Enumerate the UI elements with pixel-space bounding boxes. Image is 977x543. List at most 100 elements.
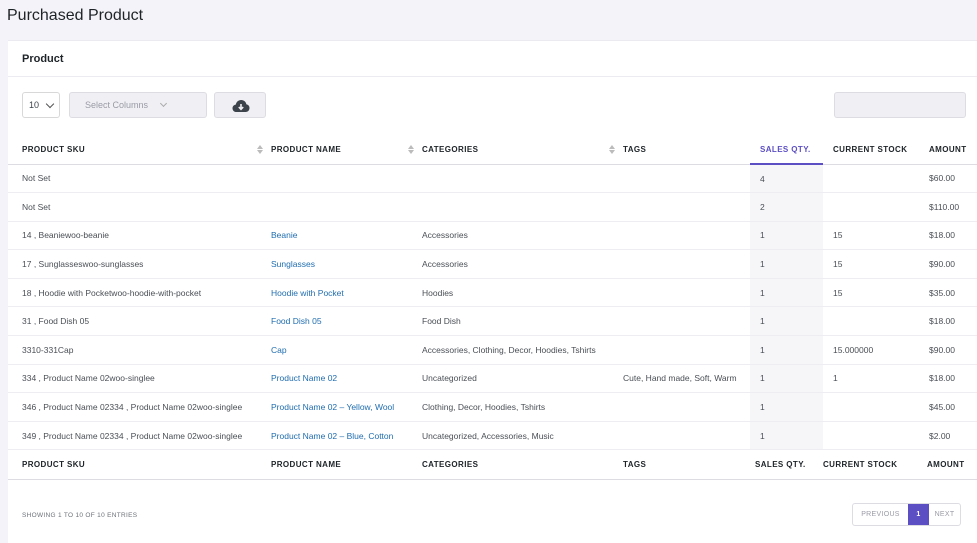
cell-product-sku: 349 , Product Name 02334 , Product Name … xyxy=(8,421,271,451)
table-row: 349 , Product Name 02334 , Product Name … xyxy=(8,421,977,451)
cell-categories: Uncategorized, Accessories, Music xyxy=(422,421,623,451)
next-page-button[interactable]: NEXT xyxy=(929,504,960,525)
table-row: 346 , Product Name 02334 , Product Name … xyxy=(8,392,977,422)
page-title: Purchased Product xyxy=(7,7,144,24)
cell-amount: $35.00 xyxy=(919,278,977,308)
cell-product-sku: Not Set xyxy=(8,164,271,194)
table-row: Not Set 4 $60.00 xyxy=(8,164,977,194)
cell-current-stock: 1 xyxy=(823,364,919,394)
cell-product-name[interactable]: Sunglasses xyxy=(271,249,422,279)
cell-product-name[interactable]: Hoodie with Pocket xyxy=(271,278,422,308)
cell-sales-qty: 1 xyxy=(750,221,823,251)
table-toolbar: 10 Select Columns xyxy=(22,92,977,118)
header-sales-qty[interactable]: SALES QTY. xyxy=(750,136,823,165)
cell-product-sku: 14 , Beaniewoo-beanie xyxy=(8,221,271,251)
cell-sales-qty: 1 xyxy=(750,306,823,337)
header-product-name[interactable]: PRODUCT NAME xyxy=(271,136,422,165)
footer-product-name: PRODUCT NAME xyxy=(271,449,422,481)
cell-product-name[interactable]: Food Dish 05 xyxy=(271,306,422,337)
cell-current-stock xyxy=(823,192,919,222)
page-length-value: 10 xyxy=(29,100,40,110)
cell-amount: $18.00 xyxy=(919,221,977,251)
cell-sales-qty: 1 xyxy=(750,335,823,365)
header-categories[interactable]: CATEGORIES xyxy=(422,136,623,165)
cell-categories: Accessories xyxy=(422,249,623,279)
footer-current-stock: CURRENT STOCK xyxy=(823,449,919,481)
cell-current-stock xyxy=(823,421,919,451)
cell-categories: Hoodies xyxy=(422,278,623,308)
cell-current-stock: 15 xyxy=(823,221,919,251)
cell-tags xyxy=(623,421,750,451)
cell-product-sku: 17 , Sunglasseswoo-sunglasses xyxy=(8,249,271,279)
page-1-button[interactable]: 1 xyxy=(908,504,929,525)
cell-amount: $18.00 xyxy=(919,364,977,394)
page-length-select[interactable]: 10 xyxy=(22,92,60,118)
cell-tags xyxy=(623,335,750,365)
header-label: CURRENT STOCK xyxy=(833,145,908,155)
cell-current-stock: 15.000000 xyxy=(823,335,919,365)
cell-product-name[interactable]: Product Name 02 – Blue, Cotton xyxy=(271,421,422,451)
chevron-down-icon xyxy=(159,99,168,108)
cell-amount: $90.00 xyxy=(919,249,977,279)
cell-current-stock xyxy=(823,164,919,194)
cell-product-sku: 334 , Product Name 02woo-singlee xyxy=(8,364,271,394)
cell-product-name[interactable]: Cap xyxy=(271,335,422,365)
footer-tags: TAGS xyxy=(623,449,750,481)
entries-info: SHOWING 1 TO 10 OF 10 ENTRIES xyxy=(22,512,138,519)
cell-product-name[interactable]: Beanie xyxy=(271,221,422,251)
footer-amount: AMOUNT xyxy=(919,449,977,481)
header-label: TAGS xyxy=(623,145,647,155)
table-row: 334 , Product Name 02woo-singlee Product … xyxy=(8,364,977,394)
header-current-stock[interactable]: CURRENT STOCK xyxy=(823,136,919,165)
cell-current-stock: 15 xyxy=(823,249,919,279)
product-card: Product 10 Select Columns PRODUCT SKU PR… xyxy=(8,40,977,543)
cell-product-name[interactable]: Product Name 02 – Yellow, Wool xyxy=(271,392,422,422)
cell-sales-qty: 2 xyxy=(750,192,823,222)
cell-amount: $2.00 xyxy=(919,421,977,451)
header-label: PRODUCT NAME xyxy=(271,145,342,155)
cell-tags: Cute, Hand made, Soft, Warm xyxy=(623,364,750,394)
cell-tags xyxy=(623,392,750,422)
purchased-products-table: PRODUCT SKU PRODUCT NAME CATEGORIES TAGS… xyxy=(8,136,977,481)
footer-sales-qty: SALES QTY. xyxy=(750,449,823,481)
cell-product-name[interactable]: Product Name 02 xyxy=(271,364,422,394)
cell-amount: $18.00 xyxy=(919,306,977,337)
table-row: 17 , Sunglasseswoo-sunglasses Sunglasses A… xyxy=(8,249,977,279)
select-columns-dropdown[interactable]: Select Columns xyxy=(69,92,207,118)
cell-categories: Uncategorized xyxy=(422,364,623,394)
cell-product-sku: 31 , Food Dish 05 xyxy=(8,306,271,337)
cell-product-sku: Not Set xyxy=(8,192,271,222)
cell-tags xyxy=(623,249,750,279)
cell-tags xyxy=(623,192,750,222)
previous-page-button[interactable]: PREVIOUS xyxy=(853,504,908,525)
cell-sales-qty: 4 xyxy=(750,164,823,194)
cell-current-stock xyxy=(823,306,919,337)
cell-sales-qty: 1 xyxy=(750,249,823,279)
cell-product-name xyxy=(271,164,422,194)
cell-categories: Clothing, Decor, Hoodies, Tshirts xyxy=(422,392,623,422)
card-title: Product xyxy=(8,41,977,77)
select-columns-label: Select Columns xyxy=(85,100,149,110)
header-tags[interactable]: TAGS xyxy=(623,136,750,165)
cell-tags xyxy=(623,221,750,251)
cell-current-stock xyxy=(823,392,919,422)
table-footer-row: PRODUCT SKU PRODUCT NAME CATEGORIES TAGS… xyxy=(8,449,977,481)
cell-tags xyxy=(623,164,750,194)
table-row: Not Set 2 $110.00 xyxy=(8,192,977,222)
table-row: 31 , Food Dish 05 Food Dish 05 Food Dish 1 $… xyxy=(8,306,977,337)
cell-sales-qty: 1 xyxy=(750,421,823,451)
cloud-download-icon xyxy=(232,100,250,112)
cell-product-sku: 346 , Product Name 02334 , Product Name … xyxy=(8,392,271,422)
header-label: PRODUCT SKU xyxy=(22,145,86,155)
table-row: 14 , Beaniewoo-beanie Beanie Accessories 1 1… xyxy=(8,221,977,251)
cell-categories xyxy=(422,192,623,222)
pagination: PREVIOUS 1 NEXT xyxy=(852,503,961,526)
header-amount[interactable]: AMOUNT xyxy=(919,136,977,165)
cell-amount: $90.00 xyxy=(919,335,977,365)
search-input[interactable] xyxy=(834,92,966,118)
header-label: SALES QTY. xyxy=(760,145,811,154)
table-row: 18 , Hoodie with Pocketwoo-hoodie-with-p… xyxy=(8,278,977,308)
header-product-sku[interactable]: PRODUCT SKU xyxy=(8,136,271,165)
cell-categories: Accessories, Clothing, Decor, Hoodies, T… xyxy=(422,335,623,365)
download-button[interactable] xyxy=(214,92,266,118)
